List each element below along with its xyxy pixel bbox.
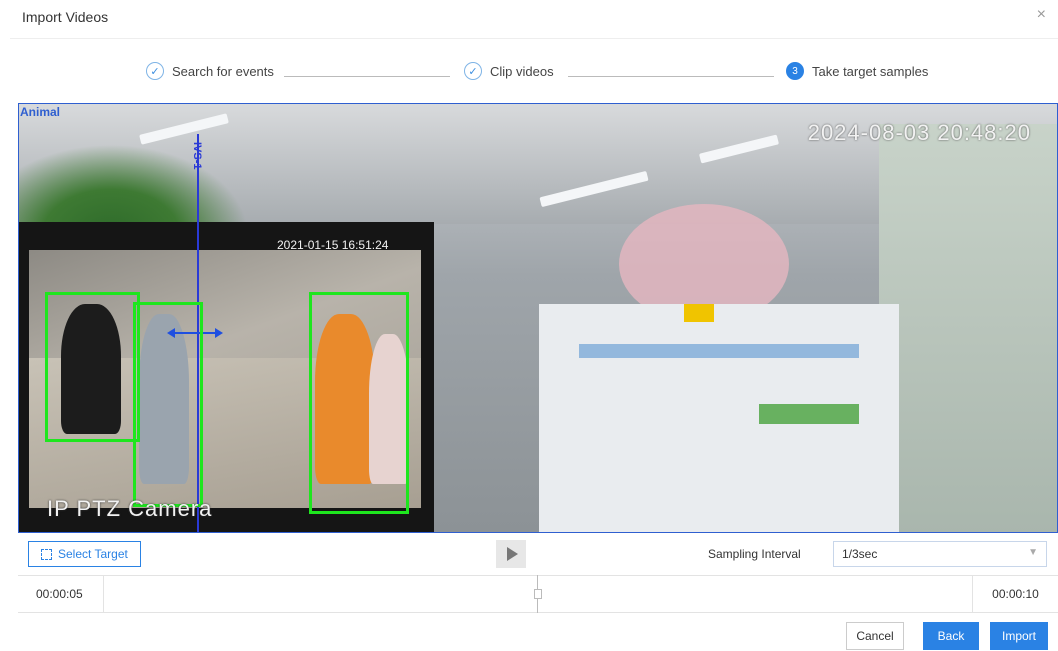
osd-timestamp: 2024-08-03 20:48:20 xyxy=(807,120,1031,145)
dialog-title: Import Videos xyxy=(22,9,109,25)
step-search-events: ✓ Search for events xyxy=(146,62,274,80)
step-label: Take target samples xyxy=(812,63,929,79)
select-target-button[interactable]: Select Target xyxy=(28,541,141,567)
video-preview[interactable]: IVS-1 Animal 2024-08-03 20:48:20 2021-01… xyxy=(18,103,1058,533)
timeline-start-time: 00:00:05 xyxy=(18,576,104,612)
check-circle-icon: ✓ xyxy=(464,62,482,80)
step-connector xyxy=(284,76,450,77)
timeline-handle[interactable] xyxy=(534,575,542,613)
timeline-end-time: 00:00:10 xyxy=(972,576,1058,612)
sampling-interval-label: Sampling Interval xyxy=(708,547,801,561)
select-region-icon xyxy=(41,548,52,560)
timeline[interactable]: 00:00:05 00:00:10 xyxy=(18,575,1058,613)
check-circle-icon: ✓ xyxy=(146,62,164,80)
play-icon xyxy=(506,547,518,561)
import-videos-dialog: Import Videos × ✓ Search for events ✓ Cl… xyxy=(0,0,1058,651)
camera-label: IP PTZ Camera xyxy=(47,496,213,521)
sampling-interval-select[interactable]: 1/3sec ▼ xyxy=(833,541,1047,567)
back-button[interactable]: Back xyxy=(923,622,979,650)
timeline-handle-grip[interactable] xyxy=(534,589,542,599)
step-label: Search for events xyxy=(172,63,274,79)
scene-blurred-text xyxy=(759,404,859,424)
select-target-label: Select Target xyxy=(58,547,128,561)
scene-glass-wall xyxy=(879,124,1057,532)
step-connector xyxy=(568,76,774,77)
sample-toolbar: Select Target Sampling Interval 1/3sec ▼ xyxy=(18,538,1058,570)
ivs-rule-label: IVS-1 xyxy=(191,142,203,170)
cancel-button[interactable]: Cancel xyxy=(846,622,904,650)
step-number-icon: 3 xyxy=(786,62,804,80)
inner-screen-timestamp: 2021-01-15 16:51:24 xyxy=(277,238,389,252)
sampling-interval-value: 1/3sec xyxy=(842,547,878,561)
close-icon[interactable]: × xyxy=(1037,6,1046,24)
play-button[interactable] xyxy=(496,540,526,568)
scene-blurred-sticker xyxy=(684,304,714,322)
step-label: Clip videos xyxy=(490,63,554,79)
detection-box[interactable] xyxy=(45,292,140,442)
step-take-samples: 3 Take target samples xyxy=(786,62,928,80)
step-clip-videos: ✓ Clip videos xyxy=(464,62,554,80)
chevron-down-icon: ▼ xyxy=(1028,547,1038,558)
detection-box[interactable] xyxy=(309,292,409,514)
stepper: ✓ Search for events ✓ Clip videos 3 Take… xyxy=(0,62,1058,90)
rule-type-label: Animal xyxy=(20,105,61,119)
import-button[interactable]: Import xyxy=(990,622,1048,650)
detection-box[interactable] xyxy=(133,302,203,507)
title-divider xyxy=(10,38,1058,39)
scene-blurred-text xyxy=(579,344,859,358)
